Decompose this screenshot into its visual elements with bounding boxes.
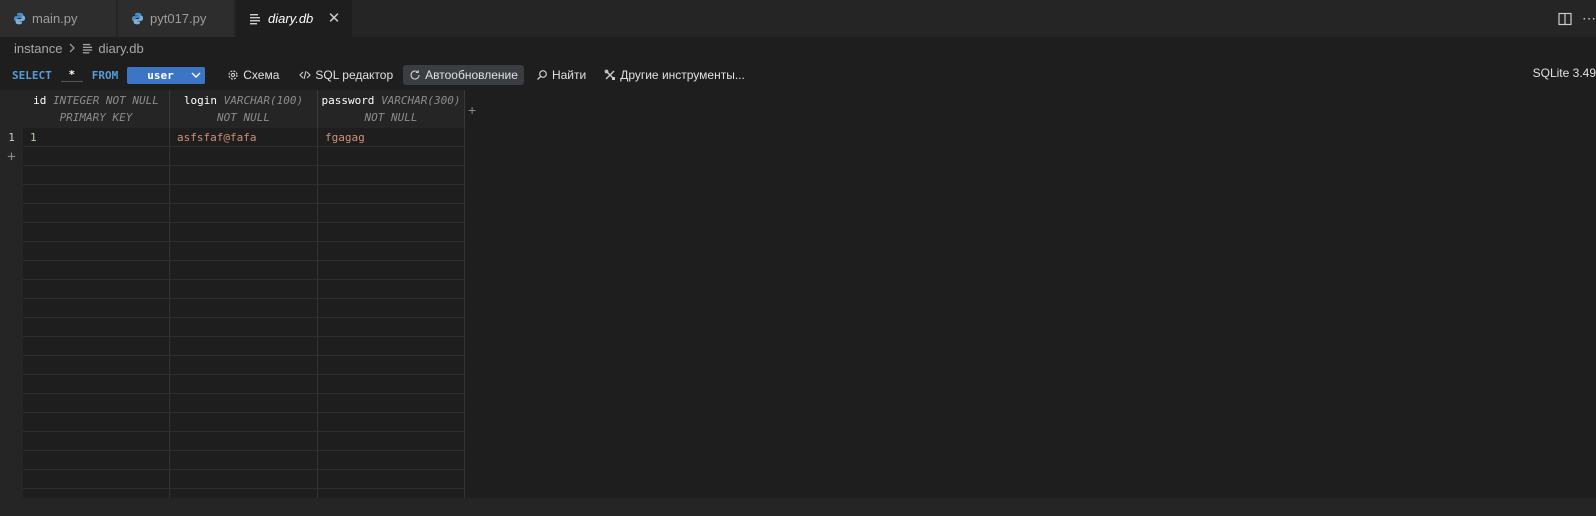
bottom-panel-edge — [0, 498, 1596, 516]
chevron-down-icon — [191, 71, 201, 79]
more-actions-icon[interactable]: ⋯ — [1582, 10, 1596, 27]
add-row-button[interactable]: + — [0, 149, 23, 165]
autorefresh-toggle[interactable]: Автообновление — [403, 65, 524, 85]
columns-selector[interactable]: * — [60, 68, 83, 82]
empty-row — [23, 185, 465, 204]
empty-row — [23, 166, 465, 185]
column-header-login[interactable]: login VARCHAR(100) NOT NULL — [170, 90, 318, 128]
refresh-icon — [410, 70, 420, 80]
find-button[interactable]: Найти — [530, 65, 592, 85]
data-grid: id INTEGER NOT NULL PRIMARY KEY login VA… — [0, 90, 1596, 498]
empty-row — [23, 280, 465, 299]
empty-row — [23, 223, 465, 242]
breadcrumb-file[interactable]: diary.db — [98, 41, 143, 56]
empty-row — [23, 470, 465, 489]
column-constraint: PRIMARY KEY — [59, 111, 133, 124]
split-editor-icon[interactable] — [1558, 12, 1572, 26]
schema-button[interactable]: Схема — [221, 65, 285, 85]
search-icon — [536, 70, 547, 80]
empty-row — [23, 299, 465, 318]
row-number: 1 — [8, 131, 15, 144]
other-tools-label: Другие инструменты... — [620, 68, 745, 82]
column-header-password[interactable]: password VARCHAR(300) NOT NULL — [318, 90, 465, 128]
find-label: Найти — [551, 68, 587, 82]
column-name: login — [183, 94, 217, 107]
column-header-id[interactable]: id INTEGER NOT NULL PRIMARY KEY — [23, 90, 170, 128]
python-icon — [12, 12, 26, 26]
tab-pyt017-py[interactable]: pyt017.py — [118, 0, 235, 37]
empty-row — [23, 204, 465, 223]
empty-row — [23, 147, 465, 166]
empty-row — [23, 318, 465, 337]
add-column-button[interactable]: + — [468, 102, 476, 118]
query-toolbar: SELECT * FROM user Схема SQL редактор Ав… — [0, 62, 1596, 88]
column-type: INTEGER NOT NULL — [52, 94, 159, 107]
breadcrumb: instance diary.db — [0, 37, 1596, 59]
empty-row — [23, 375, 465, 394]
cell-id[interactable]: 1 — [23, 128, 170, 147]
other-tools-button[interactable]: Другие инструменты... — [598, 65, 751, 85]
column-constraint: NOT NULL — [217, 111, 270, 124]
sql-editor-label: SQL редактор — [315, 68, 394, 82]
database-file-icon — [248, 12, 262, 26]
cell-password[interactable]: fgagag — [318, 128, 465, 147]
select-keyword: SELECT — [12, 68, 52, 82]
empty-row — [23, 451, 465, 470]
tab-main-py[interactable]: main.py — [0, 0, 117, 37]
column-name: id — [33, 94, 47, 107]
table-row[interactable]: 1 asfsfaf@fafa fgagag — [23, 128, 465, 147]
tab-label: main.py — [32, 11, 78, 26]
autorefresh-label: Автообновление — [425, 68, 518, 82]
empty-row — [23, 337, 465, 356]
empty-row — [23, 242, 465, 261]
empty-row — [23, 394, 465, 413]
empty-row — [23, 432, 465, 451]
tools-icon — [604, 69, 616, 80]
empty-row — [23, 356, 465, 375]
empty-row — [23, 261, 465, 280]
gear-icon — [228, 70, 238, 80]
code-icon — [299, 70, 312, 80]
empty-row — [23, 413, 465, 432]
close-icon[interactable]: ✕ — [326, 10, 342, 27]
column-constraint: NOT NULL — [364, 111, 418, 124]
tab-diary-db[interactable]: diary.db ✕ — [236, 0, 353, 37]
editor-actions: ⋯ — [1558, 0, 1596, 37]
sqlite-version: SQLite 3.49 — [1532, 66, 1596, 80]
cell-login[interactable]: asfsfaf@fafa — [170, 128, 318, 147]
grid-body: 1 asfsfaf@fafa fgagag — [23, 128, 465, 498]
column-type: VARCHAR(300) — [381, 94, 461, 107]
tab-label: pyt017.py — [150, 11, 207, 26]
table-select[interactable]: user — [127, 66, 206, 84]
sql-editor-button[interactable]: SQL редактор — [293, 65, 399, 85]
schema-label: Схема — [243, 68, 280, 82]
python-icon — [130, 12, 144, 26]
database-file-icon — [82, 43, 93, 54]
table-select-value: user — [147, 68, 174, 82]
tab-label: diary.db — [268, 11, 314, 26]
column-name: password — [321, 94, 375, 107]
tab-bar: main.py pyt017.py diary.db ✕ ⋯ — [0, 0, 1596, 37]
chevron-right-icon — [68, 41, 76, 56]
column-type: VARCHAR(100) — [223, 94, 304, 107]
breadcrumb-folder[interactable]: instance — [14, 41, 62, 56]
from-keyword: FROM — [91, 68, 119, 82]
